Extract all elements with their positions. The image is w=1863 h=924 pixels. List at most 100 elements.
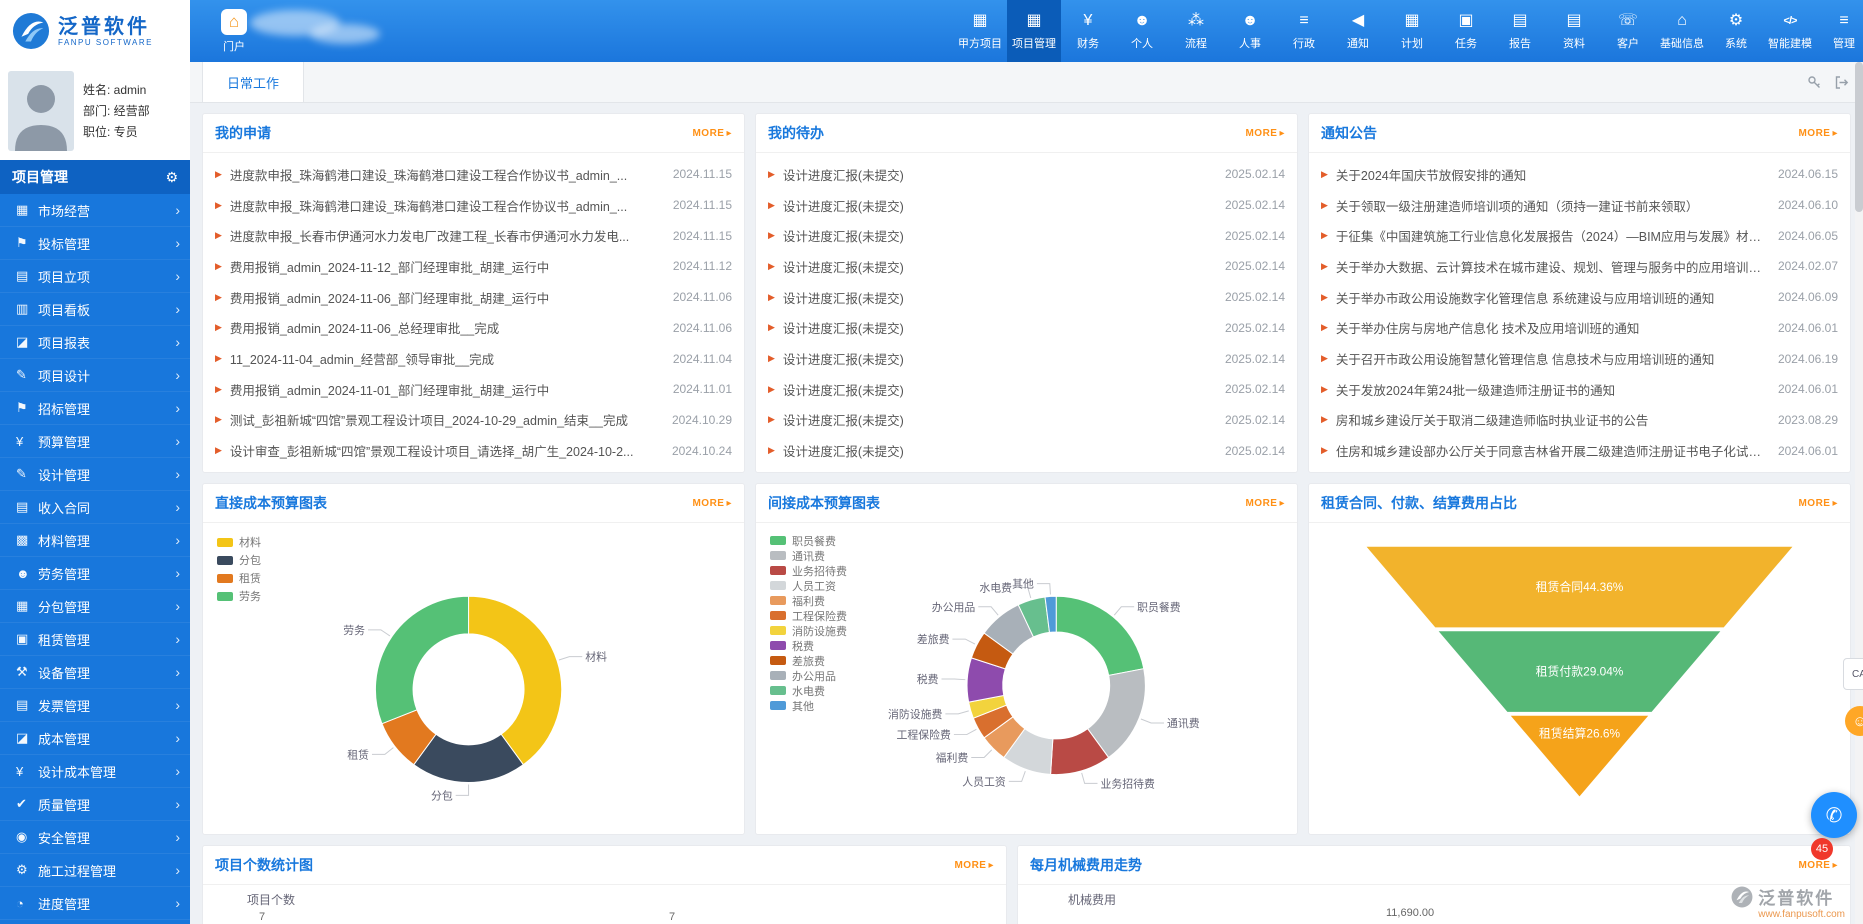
sidebar-item[interactable]: ⚑招标管理› — [0, 392, 190, 425]
more-link[interactable]: MORE▸ — [1798, 128, 1838, 139]
legend-item[interactable]: 其他 — [770, 698, 847, 713]
topnav-item[interactable]: ☻人事 — [1223, 0, 1277, 62]
exit-icon[interactable] — [1834, 75, 1849, 90]
topnav-item[interactable]: ≡行政 — [1277, 0, 1331, 62]
topnav-item[interactable]: ▦甲方项目 — [953, 0, 1007, 62]
topnav-item[interactable]: ◀通知 — [1331, 0, 1385, 62]
avatar[interactable] — [8, 71, 74, 151]
sidebar-item[interactable]: ▤项目立项› — [0, 260, 190, 293]
list-item[interactable]: ▶关于举办市政公用设施数字化管理信息 系统建设与应用培训班的通知2024.06.… — [1321, 282, 1838, 313]
legend-item[interactable]: 福利费 — [770, 593, 847, 608]
list-item[interactable]: ▶进度款申报_珠海鹤港口建设_珠海鹤港口建设工程合作协议书_admin_...2… — [215, 159, 732, 190]
topnav-item[interactable]: ☻个人 — [1115, 0, 1169, 62]
donut-segment[interactable] — [469, 596, 562, 764]
topnav-item[interactable]: </>智能建模 — [1763, 0, 1817, 62]
donut-segment[interactable] — [1056, 596, 1144, 675]
vertical-scrollbar[interactable] — [1855, 62, 1863, 924]
legend-item[interactable]: 职员餐费 — [770, 533, 847, 548]
list-item[interactable]: ▶测试_彭祖新城“四馆”景观工程设计项目_2024-10-29_admin_结束… — [215, 405, 732, 436]
list-item[interactable]: ▶关于发放2024年第24批一级建造师注册证书的通知2024.06.01 — [1321, 374, 1838, 405]
nav-item-portal[interactable]: ⌂ 门户 — [206, 0, 262, 62]
donut-segment[interactable] — [375, 596, 468, 723]
list-item[interactable]: ▶进度款申报_珠海鹤港口建设_珠海鹤港口建设工程合作协议书_admin_...2… — [215, 190, 732, 221]
scrollbar-thumb[interactable] — [1855, 62, 1863, 212]
topnav-item[interactable]: ▣任务 — [1439, 0, 1493, 62]
topnav-item[interactable]: ⌂基础信息 — [1655, 0, 1709, 62]
sidebar-item[interactable]: ▦分包管理› — [0, 590, 190, 623]
tab-daily-work[interactable]: 日常工作 — [202, 62, 304, 102]
topnav-item[interactable]: ¥财务 — [1061, 0, 1115, 62]
list-item[interactable]: ▶设计进度汇报(未提交)2025.02.14 — [768, 282, 1285, 313]
legend-item[interactable]: 租赁 — [217, 569, 261, 587]
list-item[interactable]: ▶设计进度汇报(未提交)2025.02.14 — [768, 405, 1285, 436]
list-item[interactable]: ▶设计进度汇报(未提交)2025.02.14 — [768, 159, 1285, 190]
legend-item[interactable]: 材料 — [217, 533, 261, 551]
topnav-item[interactable]: ▤资料 — [1547, 0, 1601, 62]
sidebar-item[interactable]: ✔质量管理› — [0, 788, 190, 821]
topnav-item[interactable]: ▤报告 — [1493, 0, 1547, 62]
sidebar-item[interactable]: ⚒设备管理› — [0, 656, 190, 689]
list-item[interactable]: ▶关于召开市政公用设施智慧化管理信息 信息技术与应用培训班的通知2024.06.… — [1321, 343, 1838, 374]
list-item[interactable]: ▶设计审查_彭祖新城“四馆”景观工程设计项目_请选择_胡广生_2024-10-2… — [215, 435, 732, 466]
sidebar-item[interactable]: ▦市场经营› — [0, 194, 190, 227]
legend-item[interactable]: 差旅费 — [770, 653, 847, 668]
list-item[interactable]: ▶关于举办住房与房地产信息化 技术及应用培训班的通知2024.06.01 — [1321, 313, 1838, 344]
more-link[interactable]: MORE▸ — [1245, 128, 1285, 139]
sidebar-item[interactable]: ✎设计管理› — [0, 458, 190, 491]
legend-item[interactable]: 分包 — [217, 551, 261, 569]
sidebar-item[interactable]: ▥项目看板› — [0, 293, 190, 326]
legend-item[interactable]: 劳务 — [217, 587, 261, 605]
notification-badge[interactable]: 45 — [1811, 838, 1833, 860]
sidebar-item[interactable]: ▤证件管理› — [0, 920, 190, 924]
topnav-item[interactable]: ⚙系统 — [1709, 0, 1763, 62]
list-item[interactable]: ▶房和城乡建设厅关于取消二级建造师临时执业证书的公告2023.08.29 — [1321, 405, 1838, 436]
sidebar-item[interactable]: ⚑投标管理› — [0, 227, 190, 260]
legend-item[interactable]: 通讯费 — [770, 548, 847, 563]
sidebar-item[interactable]: ⚙施工过程管理› — [0, 854, 190, 887]
legend-item[interactable]: 办公用品 — [770, 668, 847, 683]
topnav-item[interactable]: ⁂流程 — [1169, 0, 1223, 62]
list-item[interactable]: ▶设计进度汇报(未提交)2025.02.14 — [768, 313, 1285, 344]
list-item[interactable]: ▶费用报销_admin_2024-11-06_部门经理审批_胡建_运行中2024… — [215, 282, 732, 313]
list-item[interactable]: ▶费用报销_admin_2024-11-06_总经理审批__完成2024.11.… — [215, 313, 732, 344]
topnav-item[interactable]: ≡管理 — [1817, 0, 1863, 62]
list-item[interactable]: ▶设计进度汇报(未提交)2025.02.14 — [768, 343, 1285, 374]
list-item[interactable]: ▶费用报销_admin_2024-11-01_部门经理审批_胡建_运行中2024… — [215, 374, 732, 405]
list-item[interactable]: ▶关于2024年国庆节放假安排的通知2024.06.15 — [1321, 159, 1838, 190]
legend-item[interactable]: 业务招待费 — [770, 563, 847, 578]
topnav-item[interactable]: ▦计划 — [1385, 0, 1439, 62]
list-item[interactable]: ▶设计进度汇报(未提交)2025.02.14 — [768, 190, 1285, 221]
sidebar-item[interactable]: ▣租赁管理› — [0, 623, 190, 656]
customer-service-button[interactable]: ✆ — [1811, 792, 1857, 838]
list-item[interactable]: ▶关于举办大数据、云计算技术在城市建设、规划、管理与服务中的应用培训班...20… — [1321, 251, 1838, 282]
sidebar-item[interactable]: ¥设计成本管理› — [0, 755, 190, 788]
sidebar-item[interactable]: ◪成本管理› — [0, 722, 190, 755]
list-item[interactable]: ▶设计进度汇报(未提交)2025.02.14 — [768, 374, 1285, 405]
sidebar-item[interactable]: ◪项目报表› — [0, 326, 190, 359]
list-item[interactable]: ▶住房和城乡建设部办公厅关于同意吉林省开展二级建造师注册证书电子化试点...20… — [1321, 435, 1838, 466]
sidebar-item[interactable]: ◉安全管理› — [0, 821, 190, 854]
more-link[interactable]: MORE▸ — [692, 128, 732, 139]
sidebar-item[interactable]: ▤发票管理› — [0, 689, 190, 722]
gear-icon[interactable]: ⚙ — [165, 169, 178, 186]
sidebar-item[interactable]: ▤收入合同› — [0, 491, 190, 524]
sidebar-item[interactable]: ☻劳务管理› — [0, 557, 190, 590]
app-logo[interactable]: 泛普软件 FANPU SOFTWARE — [0, 0, 190, 62]
list-item[interactable]: ▶关于领取一级注册建造师培训项的通知（须持一建证书前来领取）2024.06.10 — [1321, 190, 1838, 221]
side-widget[interactable]: CA — [1843, 658, 1863, 690]
more-link[interactable]: MORE▸ — [692, 498, 732, 509]
legend-item[interactable]: 水电费 — [770, 683, 847, 698]
list-item[interactable]: ▶进度款申报_长春市伊通河水力发电厂改建工程_长春市伊通河水力发电...2024… — [215, 220, 732, 251]
topnav-item[interactable]: ☏客户 — [1601, 0, 1655, 62]
legend-item[interactable]: 消防设施费 — [770, 623, 847, 638]
legend-item[interactable]: 人员工资 — [770, 578, 847, 593]
sidebar-item[interactable]: ¥预算管理› — [0, 425, 190, 458]
list-item[interactable]: ▶设计进度汇报(未提交)2025.02.14 — [768, 220, 1285, 251]
list-item[interactable]: ▶设计进度汇报(未提交)2025.02.14 — [768, 251, 1285, 282]
sidebar-item[interactable]: ◔进度管理› — [0, 887, 190, 920]
more-link[interactable]: MORE▸ — [1245, 498, 1285, 509]
topnav-item[interactable]: ▦项目管理 — [1007, 0, 1061, 62]
legend-item[interactable]: 工程保险费 — [770, 608, 847, 623]
list-item[interactable]: ▶设计进度汇报(未提交)2025.02.14 — [768, 435, 1285, 466]
list-item[interactable]: ▶11_2024-11-04_admin_经营部_领导审批__完成2024.11… — [215, 343, 732, 374]
